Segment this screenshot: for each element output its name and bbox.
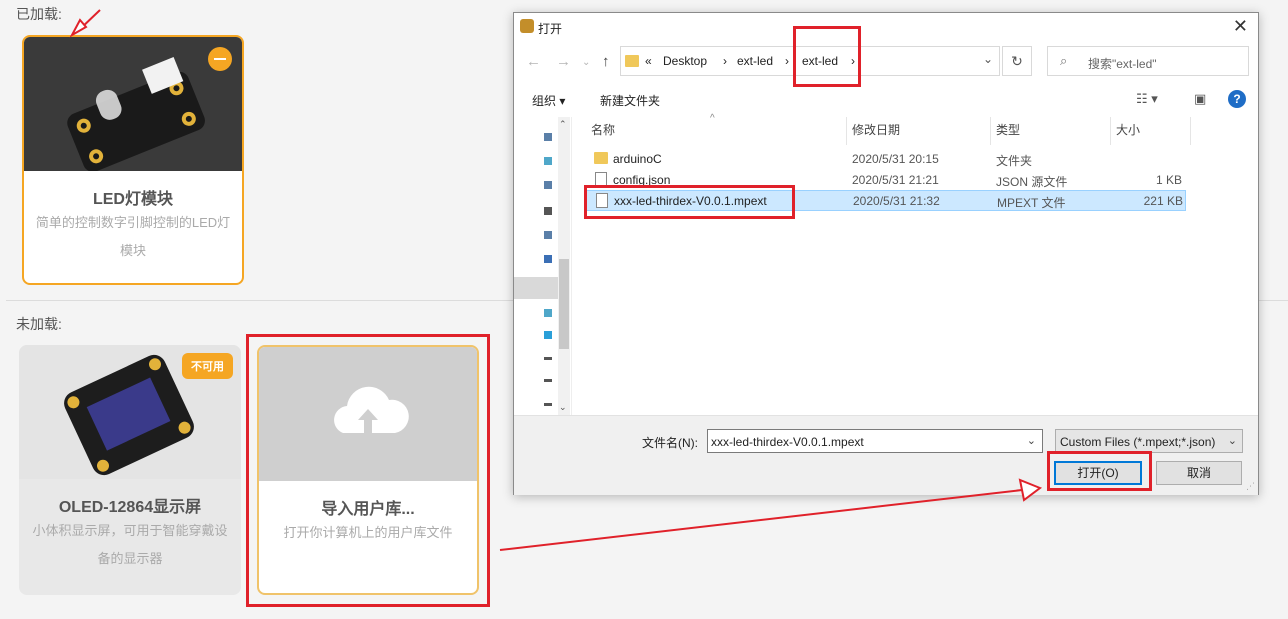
column-type[interactable]: 类型 [996, 121, 1020, 145]
cancel-button[interactable]: 取消 [1156, 461, 1242, 485]
breadcrumb-overflow[interactable]: « [645, 54, 652, 68]
annotation-box-open-button [1047, 451, 1152, 491]
nav-item-icon[interactable] [544, 309, 552, 317]
dialog-toolbar: 组织 ▾ 新建文件夹 ☷ ▾ ▣ ? [514, 85, 1258, 113]
dialog-title: 打开 [538, 22, 563, 36]
column-name[interactable]: 名称 [591, 121, 615, 145]
nav-item-icon[interactable] [544, 331, 552, 339]
unload-minus-icon[interactable] [208, 47, 232, 71]
back-arrow-icon[interactable]: ← [526, 53, 541, 70]
column-date[interactable]: 修改日期 [852, 121, 900, 145]
file-type: MPEXT 文件 [997, 196, 1066, 210]
resize-grip-icon[interactable]: ⋰ [1246, 481, 1255, 492]
column-separator [1110, 117, 1111, 145]
refresh-icon[interactable]: ↻ [1002, 46, 1032, 76]
app-icon [520, 19, 534, 33]
loaded-section-label: 已加载: [16, 6, 62, 22]
led-module-desc: 简单的控制数字引脚控制的LED灯模块 [35, 215, 231, 258]
unloaded-section-label: 未加载: [16, 316, 62, 332]
folder-icon [625, 55, 639, 67]
scroll-down-icon[interactable]: ⌄ [559, 402, 567, 413]
filename-chevron-down-icon[interactable]: ⌄ [1027, 434, 1036, 447]
open-file-dialog: 打开 ✕ ← → ⌄ ↑ « Desktop › ext-led › ext-l… [513, 12, 1259, 495]
sort-ascending-icon: ^ [710, 113, 715, 124]
oled-display-card[interactable]: 不可用 OLED-12864显示屏 小体积显示屏，可用于智能穿戴设备的显示器 [19, 345, 241, 595]
annotation-box-selected-file [584, 185, 795, 219]
nav-item-icon[interactable] [544, 157, 552, 165]
nav-item-icon[interactable] [544, 379, 552, 382]
file-row[interactable]: arduinoC 2020/5/31 20:15 文件夹 [586, 149, 1186, 170]
folder-icon [594, 152, 608, 164]
annotation-box-import-card [246, 334, 490, 607]
new-folder-button[interactable]: 新建文件夹 [600, 92, 660, 109]
search-input[interactable]: ⌕ 搜索"ext-led" [1047, 46, 1249, 76]
file-size: 221 KB [1143, 194, 1183, 208]
nav-item-icon[interactable] [544, 403, 552, 406]
nav-item-icon[interactable] [544, 181, 552, 189]
up-arrow-icon[interactable]: ↑ [602, 53, 610, 70]
unavailable-badge: 不可用 [182, 353, 233, 379]
nav-scrollbar-thumb[interactable] [559, 259, 569, 349]
column-size[interactable]: 大小 [1116, 121, 1140, 145]
file-type-select[interactable]: Custom Files (*.mpext;*.json) ⌄ [1055, 429, 1243, 453]
preview-pane-icon[interactable]: ▣ [1194, 91, 1206, 107]
nav-item-icon[interactable] [544, 133, 552, 141]
nav-selected-item[interactable] [514, 277, 558, 299]
search-placeholder: 搜索"ext-led" [1088, 57, 1157, 71]
filter-chevron-down-icon[interactable]: ⌄ [1228, 434, 1237, 447]
file-name: arduinoC [613, 152, 662, 166]
file-type-filter: Custom Files (*.mpext;*.json) [1060, 435, 1216, 449]
led-module-card[interactable]: LED灯模块 简单的控制数字引脚控制的LED灯模块 [22, 35, 244, 285]
oled-display-title: OLED-12864显示屏 [58, 499, 202, 516]
forward-arrow-icon[interactable]: → [556, 53, 571, 70]
address-chevron-down-icon[interactable]: ⌄ [983, 52, 993, 66]
breadcrumb-desktop[interactable]: Desktop [663, 54, 707, 68]
file-type: 文件夹 [996, 154, 1033, 168]
annotation-box-breadcrumb [793, 26, 861, 87]
file-type: JSON 源文件 [996, 175, 1068, 189]
nav-item-icon[interactable] [544, 357, 552, 360]
file-date: 2020/5/31 21:32 [853, 194, 940, 208]
oled-display-desc: 小体积显示屏，可用于智能穿戴设备的显示器 [32, 523, 228, 566]
recent-chevron-down-icon[interactable]: ⌄ [582, 57, 590, 68]
breadcrumb-ext-led-1[interactable]: ext-led [737, 54, 773, 68]
filename-label: 文件名(N): [642, 436, 698, 450]
file-date: 2020/5/31 20:15 [852, 152, 939, 166]
file-size: 1 KB [1155, 173, 1182, 187]
filename-value: xxx-led-thirdex-V0.0.1.mpext [711, 435, 864, 449]
nav-item-icon[interactable] [544, 255, 552, 263]
column-separator [1190, 117, 1191, 145]
breadcrumb-separator[interactable]: › [785, 54, 789, 68]
view-options-icon[interactable]: ☷ ▾ [1136, 91, 1158, 107]
file-date: 2020/5/31 21:21 [852, 173, 939, 187]
help-icon[interactable]: ? [1228, 90, 1246, 108]
scroll-up-icon[interactable]: ⌃ [559, 119, 567, 130]
nav-scrollbar[interactable]: ⌃ ⌄ [558, 117, 570, 415]
column-separator [846, 117, 847, 145]
nav-item-icon[interactable] [544, 207, 552, 215]
nav-item-icon[interactable] [544, 231, 552, 239]
close-icon[interactable]: ✕ [1233, 16, 1248, 37]
filename-input[interactable]: xxx-led-thirdex-V0.0.1.mpext ⌄ [707, 429, 1043, 453]
organize-button[interactable]: 组织 ▾ [532, 92, 565, 109]
column-separator [990, 117, 991, 145]
led-module-title: LED灯模块 [92, 191, 173, 208]
breadcrumb-separator[interactable]: › [723, 54, 727, 68]
search-icon: ⌕ [1060, 53, 1068, 68]
